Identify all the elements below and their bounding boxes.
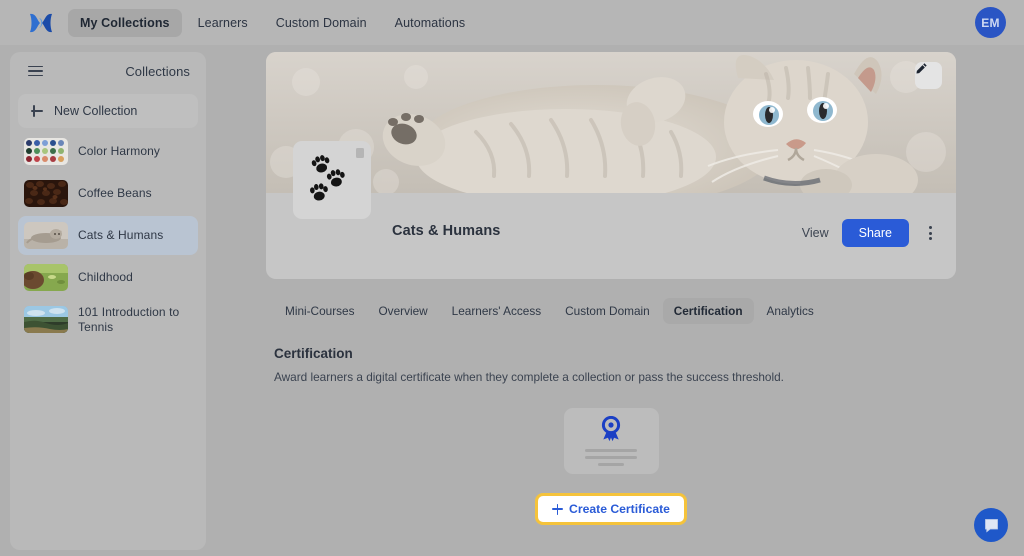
paw-prints-icon — [310, 155, 345, 201]
tab-certification[interactable]: Certification — [662, 298, 754, 324]
sidebar-item-label: 101 Introduction to Tennis — [78, 304, 180, 334]
new-collection-button[interactable]: New Collection — [18, 94, 198, 128]
section-description: Award learners a digital certificate whe… — [274, 370, 784, 384]
sidebar-item-label: Color Harmony — [78, 144, 160, 158]
view-button[interactable]: View — [802, 226, 829, 240]
main-content: Cats & Humans View Share Mini-Courses Ov… — [266, 52, 956, 525]
top-navigation-bar: My Collections Learners Custom Domain Au… — [0, 0, 1024, 45]
pencil-icon — [916, 63, 927, 74]
collection-thumbnail — [24, 306, 68, 333]
nav-item-learners[interactable]: Learners — [186, 9, 260, 37]
chat-bubble-icon — [984, 518, 998, 533]
sidebar-item-label: Childhood — [78, 270, 133, 284]
collection-header-body: Cats & Humans View Share — [266, 141, 956, 279]
create-certificate-label: Create Certificate — [569, 502, 670, 516]
nav-item-custom-domain[interactable]: Custom Domain — [264, 9, 379, 37]
sidebar-item-coffee-beans[interactable]: Coffee Beans — [18, 174, 198, 213]
avatar[interactable]: EM — [975, 7, 1006, 38]
kebab-menu-icon[interactable] — [922, 224, 938, 242]
hamburger-menu-icon[interactable] — [28, 65, 43, 77]
page-title: Cats & Humans — [392, 223, 501, 239]
sidebar: Collections New Collection Color Harmony… — [10, 52, 206, 550]
plus-icon — [28, 102, 46, 120]
certification-empty-state: Create Certificate — [266, 408, 956, 525]
collection-thumbnail — [24, 264, 68, 291]
sidebar-header: Collections — [10, 52, 206, 90]
collection-actions: View Share — [802, 219, 938, 247]
tab-custom-domain[interactable]: Custom Domain — [554, 298, 661, 324]
edit-banner-button[interactable] — [915, 62, 942, 89]
sidebar-item-101-introduction-to-tennis[interactable]: 101 Introduction to Tennis — [18, 300, 198, 339]
tab-analytics[interactable]: Analytics — [756, 298, 825, 324]
collection-thumbnail — [24, 180, 68, 207]
certificate-placeholder-card — [563, 408, 659, 474]
app-root: My Collections Learners Custom Domain Au… — [0, 0, 1024, 556]
tab-overview[interactable]: Overview — [368, 298, 439, 324]
top-nav-items: My Collections Learners Custom Domain Au… — [68, 8, 478, 37]
collection-thumbnail-card[interactable] — [293, 141, 371, 219]
nav-item-automations[interactable]: Automations — [383, 9, 478, 37]
chat-widget-button[interactable] — [974, 508, 1008, 542]
thumbnail-corner-marker — [356, 148, 364, 158]
nav-item-my-collections[interactable]: My Collections — [68, 8, 182, 37]
certificate-placeholder-lines — [585, 449, 637, 466]
sidebar-item-cats-and-humans[interactable]: Cats & Humans — [18, 216, 198, 255]
collection-header-card: Cats & Humans View Share — [266, 52, 956, 279]
new-collection-label: New Collection — [54, 104, 138, 118]
sidebar-title: Collections — [125, 63, 190, 79]
create-certificate-button[interactable]: Create Certificate — [535, 493, 687, 525]
brand-logo-icon[interactable] — [26, 10, 56, 36]
sidebar-item-childhood[interactable]: Childhood — [18, 258, 198, 297]
create-certificate-wrapper: Create Certificate — [535, 493, 687, 525]
collection-thumbnail — [24, 222, 68, 249]
collection-thumbnail — [24, 138, 68, 165]
section-heading: Certification — [274, 346, 353, 361]
plus-icon — [552, 503, 564, 515]
collection-tabs: Mini-Courses Overview Learners' Access C… — [266, 298, 956, 324]
award-ribbon-icon — [601, 416, 621, 442]
share-button[interactable]: Share — [841, 219, 909, 247]
sidebar-item-label: Coffee Beans — [78, 186, 152, 200]
tab-learners-access[interactable]: Learners' Access — [441, 298, 552, 324]
collection-list: Color Harmony Coffee Beans Cats & Humans… — [10, 130, 206, 339]
sidebar-item-color-harmony[interactable]: Color Harmony — [18, 132, 198, 171]
tab-mini-courses[interactable]: Mini-Courses — [274, 298, 366, 324]
sidebar-item-label: Cats & Humans — [78, 228, 164, 242]
